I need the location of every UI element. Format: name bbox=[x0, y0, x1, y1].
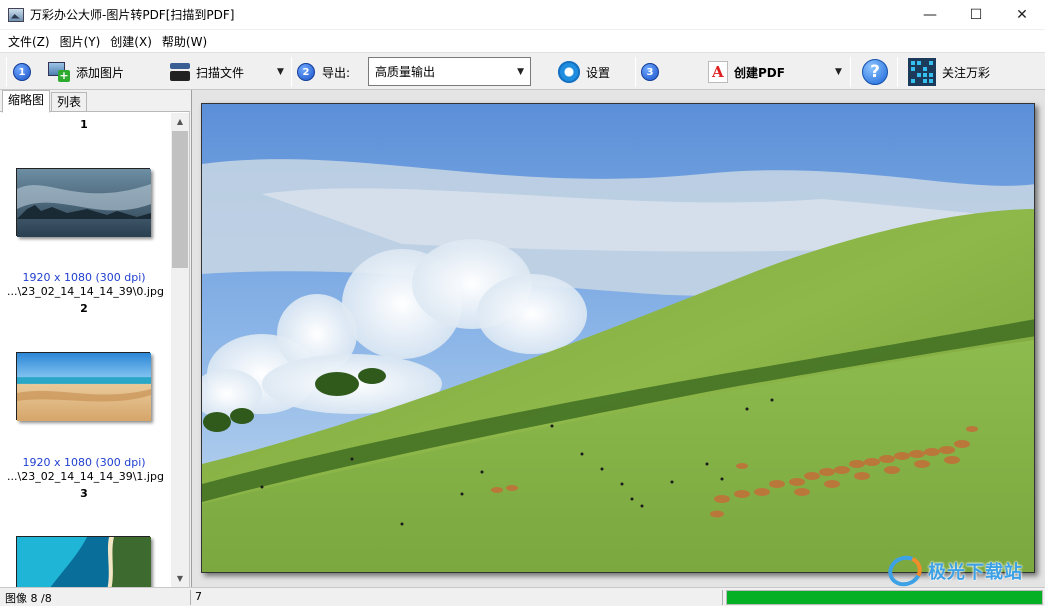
app-icon bbox=[8, 7, 24, 22]
add-image-button[interactable]: + 添加图片 bbox=[48, 53, 124, 91]
menu-bar: 文件(Z) 图片(Y) 创建(X) 帮助(W) bbox=[0, 30, 1045, 52]
tab-list[interactable]: 列表 bbox=[51, 92, 88, 112]
maximize-button[interactable]: ☐ bbox=[953, 0, 999, 30]
scroll-down-icon[interactable]: ▼ bbox=[171, 570, 189, 587]
add-image-icon: + bbox=[48, 62, 70, 82]
follow-label: 关注万彩 bbox=[942, 65, 991, 80]
help-icon: ? bbox=[862, 59, 888, 85]
thumbnail-list: 1 1920 x 1080 (300 dpi) ...\23_02_14_14_… bbox=[0, 113, 171, 587]
thumbnail-filename: ...\23_02_14_14_14_39\1.jpg bbox=[7, 470, 164, 483]
scroll-up-icon[interactable]: ▲ bbox=[171, 113, 189, 130]
thumbnail-panel: 缩略图 列表 1 1920 x 1080 (300 dpi) ...\23_02… bbox=[0, 90, 190, 587]
thumbnail-2-picture bbox=[17, 353, 151, 421]
gear-icon bbox=[558, 61, 580, 83]
thumbnail-dimensions: 1920 x 1080 (300 dpi) bbox=[22, 456, 146, 469]
menu-help[interactable]: 帮助(W) bbox=[157, 31, 212, 52]
status-divider bbox=[722, 590, 723, 605]
scan-file-button[interactable]: 扫描文件 bbox=[170, 53, 244, 91]
chevron-down-icon: ▼ bbox=[517, 66, 524, 77]
step-2-icon: 2 bbox=[297, 63, 315, 81]
thumbnail-1-picture bbox=[17, 169, 151, 237]
thumbnail-dimensions: 1920 x 1080 (300 dpi) bbox=[22, 271, 146, 284]
toolbar-separator bbox=[635, 57, 636, 87]
menu-create[interactable]: 创建(X) bbox=[105, 31, 157, 52]
preview-area bbox=[191, 90, 1045, 587]
scan-file-dropdown[interactable]: ▼ bbox=[277, 53, 284, 91]
settings-button[interactable]: 设置 bbox=[558, 53, 610, 91]
preview-image bbox=[201, 103, 1035, 573]
qr-code-icon bbox=[908, 58, 936, 86]
scroll-thumb[interactable] bbox=[172, 131, 188, 268]
export-quality-select[interactable]: 高质量输出 ▼ bbox=[368, 57, 531, 86]
title-bar: 万彩办公大师-图片转PDF[扫描到PDF] — ☐ ✕ bbox=[0, 0, 1045, 30]
toolbar-separator bbox=[6, 57, 7, 87]
thumbnail-3-picture bbox=[17, 537, 151, 587]
pdf-icon bbox=[708, 61, 728, 83]
thumbnail-number: 1 bbox=[80, 118, 88, 131]
menu-file[interactable]: 文件(Z) bbox=[3, 31, 55, 52]
export-label: 导出: bbox=[322, 65, 351, 80]
step-1-icon: 1 bbox=[13, 63, 31, 81]
thumbnail-image[interactable] bbox=[16, 536, 151, 587]
chevron-down-icon: ▼ bbox=[835, 67, 842, 77]
export-label-wrap: 导出: bbox=[316, 53, 350, 91]
menu-image[interactable]: 图片(Y) bbox=[55, 31, 106, 52]
thumbnail-filename: ...\23_02_14_14_14_39\0.jpg bbox=[7, 285, 164, 298]
thumbnail-image[interactable] bbox=[16, 352, 151, 421]
status-bar: 图像 8 /8 7 bbox=[0, 587, 1045, 606]
thumbnail-number: 3 bbox=[80, 487, 88, 500]
thumbnail-scrollbar[interactable]: ▲ ▼ bbox=[171, 113, 189, 587]
step-3-icon: 3 bbox=[641, 63, 659, 81]
step-2-badge: 2 bbox=[297, 53, 315, 91]
progress-bar bbox=[726, 590, 1043, 605]
step-3-badge: 3 bbox=[641, 53, 659, 91]
thumbnail-image[interactable] bbox=[16, 168, 151, 237]
help-button[interactable]: ? bbox=[862, 53, 888, 91]
landscape-picture bbox=[202, 104, 1034, 572]
status-divider bbox=[190, 590, 191, 605]
current-image: 7 bbox=[195, 590, 202, 603]
create-pdf-label: 创建PDF bbox=[734, 65, 785, 80]
scanner-icon bbox=[170, 63, 190, 81]
window-controls: — ☐ ✕ bbox=[907, 0, 1045, 30]
scan-file-label: 扫描文件 bbox=[196, 65, 245, 80]
toolbar-separator bbox=[291, 57, 292, 87]
toolbar-separator bbox=[897, 57, 898, 87]
create-pdf-button[interactable]: 创建PDF bbox=[708, 53, 785, 91]
window-title: 万彩办公大师-图片转PDF[扫描到PDF] bbox=[30, 8, 235, 22]
progress-fill bbox=[727, 591, 1042, 604]
toolbar: 1 + 添加图片 扫描文件 ▼ 2 导出: 高质量输出 ▼ 设置 3 创建PDF… bbox=[0, 52, 1045, 90]
settings-label: 设置 bbox=[586, 65, 611, 80]
panel-tabs: 缩略图 列表 bbox=[0, 90, 190, 113]
chevron-down-icon: ▼ bbox=[277, 67, 284, 77]
toolbar-separator bbox=[850, 57, 851, 87]
create-pdf-dropdown[interactable]: ▼ bbox=[835, 53, 842, 91]
step-1-badge: 1 bbox=[13, 53, 31, 91]
image-count: 图像 8 /8 bbox=[5, 592, 52, 605]
tab-thumbnails[interactable]: 缩略图 bbox=[2, 90, 51, 113]
add-image-label: 添加图片 bbox=[76, 65, 125, 80]
minimize-button[interactable]: — bbox=[907, 0, 953, 30]
export-quality-value: 高质量输出 bbox=[375, 65, 436, 79]
follow-button[interactable]: 关注万彩 bbox=[908, 53, 990, 91]
thumbnail-number: 2 bbox=[80, 302, 88, 315]
close-button[interactable]: ✕ bbox=[999, 0, 1045, 30]
